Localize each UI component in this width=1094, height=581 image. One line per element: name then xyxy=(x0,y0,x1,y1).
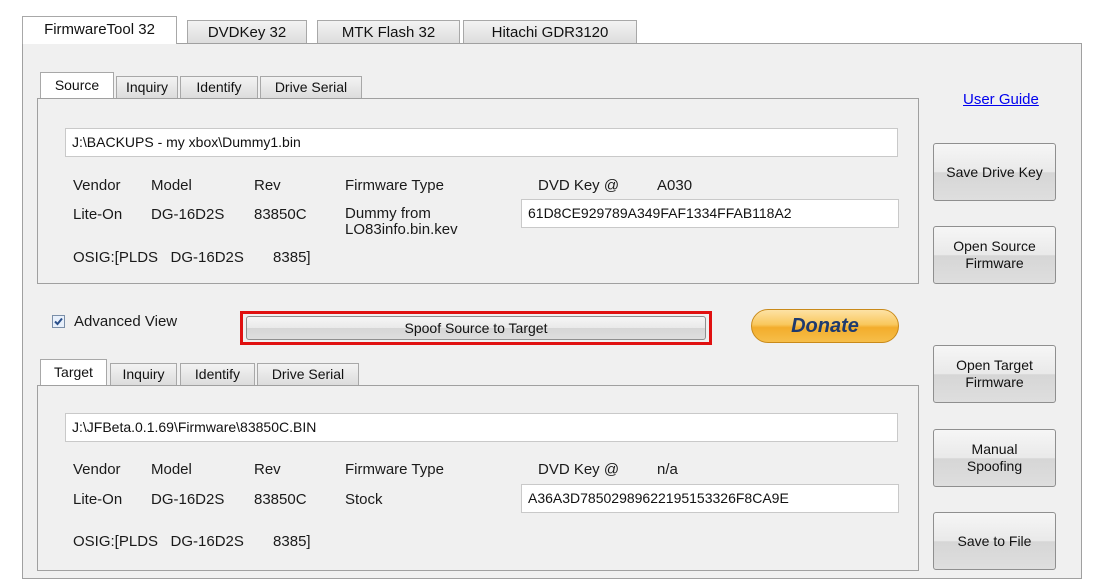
donate-label: Donate xyxy=(791,315,859,337)
target-fw-type: Stock xyxy=(345,491,383,508)
target-model-label: Model xyxy=(151,461,192,478)
target-fw-type-label: Firmware Type xyxy=(345,461,444,478)
open-source-firmware-button[interactable]: Open Source Firmware xyxy=(933,226,1056,284)
save-drive-key-label: Save Drive Key xyxy=(946,163,1043,180)
tab-firmwaretool[interactable]: FirmwareTool 32 xyxy=(22,16,177,44)
target-dvd-key-label: DVD Key @ xyxy=(538,461,620,478)
user-guide-link[interactable]: User Guide xyxy=(963,91,1039,108)
source-model-label: Model xyxy=(151,177,192,194)
target-vendor: Lite-On xyxy=(73,491,123,508)
check-icon xyxy=(54,317,63,326)
source-dvd-key-field[interactable]: 61D8CE929789A349FAF1334FFAB118A2 xyxy=(521,199,899,228)
tab-source[interactable]: Source xyxy=(40,72,114,98)
tab-target-drive-serial[interactable]: Drive Serial xyxy=(257,363,359,385)
source-dvd-key-label: DVD Key @ xyxy=(538,177,620,194)
spoof-button-label: Spoof Source to Target xyxy=(404,319,548,336)
target-rev-label: Rev xyxy=(254,461,281,478)
source-dvd-key-addr: A030 xyxy=(657,177,693,194)
tab-target-identify[interactable]: Identify xyxy=(180,363,255,385)
advanced-view-checkbox[interactable] xyxy=(52,315,65,328)
donate-button[interactable]: Donate xyxy=(751,309,899,343)
source-fw-type-label: Firmware Type xyxy=(345,177,444,194)
target-vendor-label: Vendor xyxy=(73,461,121,478)
tab-source-inquiry[interactable]: Inquiry xyxy=(116,76,178,98)
open-target-firmware-button[interactable]: Open Target Firmware xyxy=(933,345,1056,403)
source-vendor-label: Vendor xyxy=(73,177,121,194)
save-to-file-label: Save to File xyxy=(957,532,1032,549)
manual-spoofing-button[interactable]: Manual Spoofing xyxy=(933,429,1056,487)
spoof-source-to-target-button[interactable]: Spoof Source to Target xyxy=(246,316,706,340)
open-target-firmware-label: Open Target Firmware xyxy=(956,357,1033,390)
save-drive-key-button[interactable]: Save Drive Key xyxy=(933,143,1056,201)
target-osig: OSIG:[PLDS DG-16D2S 8385] xyxy=(73,533,311,550)
target-model: DG-16D2S xyxy=(151,491,225,508)
advanced-view-label: Advanced View xyxy=(74,313,178,330)
manual-spoofing-label: Manual Spoofing xyxy=(966,441,1023,474)
source-fw-type: Dummy from LO83info.bin.kev xyxy=(345,205,458,238)
source-path-field[interactable]: J:\BACKUPS - my xbox\Dummy1.bin xyxy=(65,128,898,157)
tab-source-drive-serial[interactable]: Drive Serial xyxy=(260,76,362,98)
tab-target-inquiry[interactable]: Inquiry xyxy=(110,363,177,385)
tab-hitachi[interactable]: Hitachi GDR3120 xyxy=(463,20,637,44)
open-source-firmware-label: Open Source Firmware xyxy=(953,238,1036,271)
target-dvd-key-addr: n/a xyxy=(657,461,678,478)
source-rev-label: Rev xyxy=(254,177,281,194)
tab-mtk-flash[interactable]: MTK Flash 32 xyxy=(317,20,460,44)
target-rev: 83850C xyxy=(254,491,307,508)
source-osig: OSIG:[PLDS DG-16D2S 8385] xyxy=(73,249,311,266)
target-path-field[interactable]: J:\JFBeta.0.1.69\Firmware\83850C.BIN xyxy=(65,413,898,442)
tab-dvdkey[interactable]: DVDKey 32 xyxy=(187,20,307,44)
source-vendor: Lite-On xyxy=(73,206,123,223)
target-dvd-key-field[interactable]: A36A3D78502989622195153326F8CA9E xyxy=(521,484,899,513)
tab-source-identify[interactable]: Identify xyxy=(180,76,258,98)
source-model: DG-16D2S xyxy=(151,206,225,223)
save-to-file-button[interactable]: Save to File xyxy=(933,512,1056,570)
tab-target[interactable]: Target xyxy=(40,359,107,385)
source-rev: 83850C xyxy=(254,206,307,223)
